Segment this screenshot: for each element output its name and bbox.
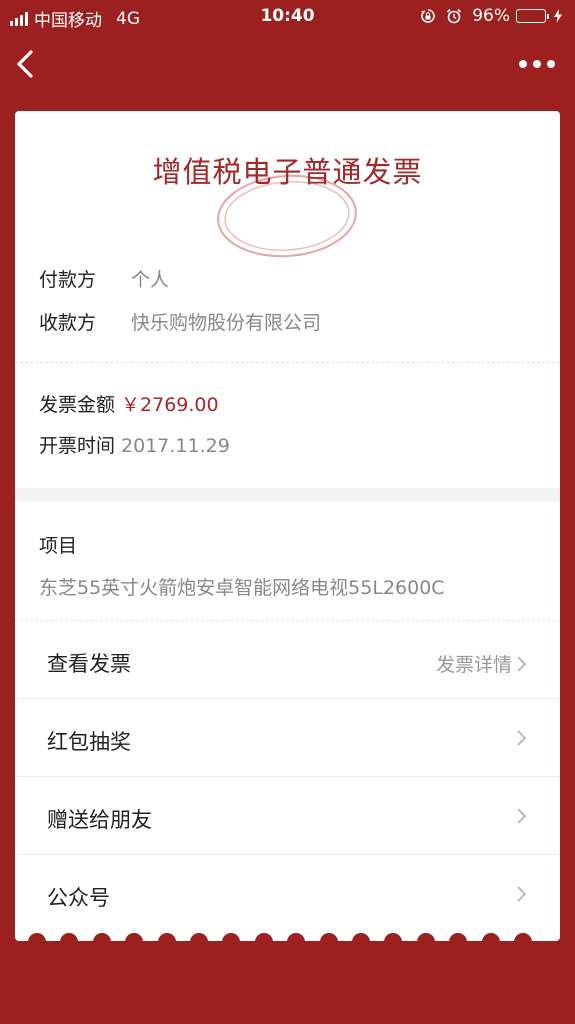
date-value: 2017.11.29 — [121, 435, 230, 457]
date-label: 开票时间 — [39, 435, 116, 457]
scallop-dot — [352, 933, 370, 951]
alarm-icon — [447, 8, 462, 24]
invoice-card: 增值税电子普通发票 付款方 个人 收款方 快乐购物股份有限公司 发票金额 ￥2769.… — [15, 111, 560, 941]
scallop-dot — [416, 933, 435, 951]
chevron-right-icon — [517, 808, 527, 824]
signal-icon — [10, 11, 28, 26]
official-account-arrow — [512, 884, 528, 904]
scallop-dot — [514, 933, 532, 951]
scallop-dot — [157, 933, 176, 951]
gift-friend-row[interactable]: 赠送给朋友 — [15, 778, 560, 856]
nav-bar — [0, 32, 575, 98]
gift-friend-label: 赠送给朋友 — [47, 808, 152, 832]
scallop-dot — [319, 933, 338, 951]
view-invoice-label: 查看发票 — [47, 652, 131, 676]
scallop-dot — [222, 933, 241, 951]
official-account-row[interactable]: 公众号 — [15, 856, 560, 934]
scallop-dot — [254, 933, 273, 951]
section-gap — [15, 488, 560, 502]
payee-row: 收款方 快乐购物股份有限公司 — [39, 308, 321, 335]
invoice-title: 增值税电子普通发票 — [152, 155, 423, 189]
divider — [15, 620, 560, 621]
status-bar: 中国移动 4G 10:40 96% — [0, 0, 575, 32]
scallop-dot — [92, 933, 111, 951]
amount-row: 发票金额 ￥2769.00 — [39, 390, 219, 417]
status-left: 中国移动 4G — [10, 6, 140, 31]
scallop-dot — [28, 933, 46, 951]
official-account-label: 公众号 — [47, 886, 110, 910]
divider — [15, 854, 560, 855]
back-icon[interactable] — [12, 46, 38, 82]
payer-value: 个人 — [131, 269, 170, 291]
scallop-dot — [60, 933, 79, 951]
scallop-dot — [449, 933, 468, 951]
carrier-name: 中国移动 — [34, 11, 102, 31]
gift-friend-arrow — [512, 806, 528, 826]
battery-icon — [516, 9, 549, 23]
red-packet-label: 红包抽奖 — [47, 730, 131, 754]
payee-label: 收款方 — [39, 312, 97, 334]
payer-label: 付款方 — [39, 269, 97, 291]
divider — [15, 698, 560, 699]
amount-value: ￥2769.00 — [121, 394, 219, 416]
chevron-right-icon — [517, 886, 527, 902]
chevron-right-icon — [517, 730, 527, 746]
date-row: 开票时间 2017.11.29 — [39, 431, 230, 458]
invoice-detail-link: 发票详情 — [435, 654, 512, 676]
view-invoice-detail: 发票详情 — [436, 650, 528, 677]
status-right: 96% — [420, 6, 563, 26]
item-value: 东芝55英寸火箭炮安卓智能网络电视55L2600C — [39, 577, 445, 599]
charging-icon — [554, 9, 562, 23]
scallop-dot — [384, 933, 403, 951]
more-icon[interactable] — [519, 56, 555, 72]
payee-value: 快乐购物股份有限公司 — [131, 312, 322, 334]
red-packet-row[interactable]: 红包抽奖 — [15, 700, 560, 778]
network-type: 4G — [116, 8, 140, 29]
view-invoice-row[interactable]: 查看发票 发票详情 — [15, 622, 560, 700]
scallop-dot — [125, 933, 144, 951]
divider — [15, 776, 560, 777]
rotation-lock-icon — [421, 9, 435, 23]
scallop-dot — [287, 933, 306, 951]
payer-row: 付款方 个人 — [39, 265, 169, 292]
chevron-right-icon — [517, 655, 527, 672]
red-packet-arrow — [512, 728, 528, 748]
scallop-dot — [481, 933, 500, 951]
divider — [15, 362, 560, 363]
battery-percent: 96% — [472, 6, 510, 26]
invoice-header: 增值税电子普通发票 — [15, 149, 560, 258]
ticket-scallop-edge — [15, 933, 560, 953]
amount-label: 发票金额 — [39, 394, 116, 416]
scallop-dot — [190, 933, 208, 951]
item-label: 项目 — [39, 535, 78, 557]
